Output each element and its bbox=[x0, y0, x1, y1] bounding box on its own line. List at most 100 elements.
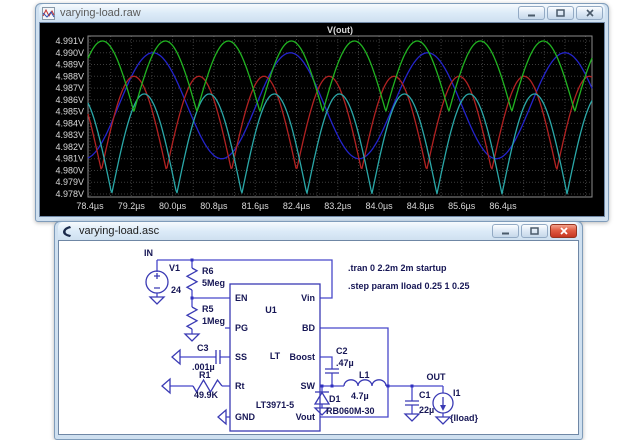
minimize-button[interactable] bbox=[492, 224, 519, 238]
capacitor-c2[interactable]: C2 .47µ bbox=[325, 346, 354, 373]
close-icon bbox=[560, 227, 568, 235]
r6-ref-label: R6 bbox=[202, 266, 214, 276]
inductor-l1[interactable]: L1 4.7µ bbox=[344, 370, 386, 401]
plot-frame bbox=[88, 36, 592, 197]
resistor-r5[interactable]: R5 1Meg bbox=[187, 304, 225, 329]
maximize-button[interactable] bbox=[547, 6, 574, 20]
resistor-r1[interactable]: R1 49.9K bbox=[193, 370, 222, 400]
d1-ref-label: D1 bbox=[329, 394, 341, 404]
waveform-titlebar[interactable]: varying-load.raw bbox=[39, 4, 605, 22]
l1-value-label: 4.7µ bbox=[351, 391, 369, 401]
maximize-button[interactable] bbox=[521, 224, 548, 238]
y-tick-label: 4.984V bbox=[55, 118, 84, 128]
waveform-window: varying-load.raw 4.991V 4.990V 4.989V4.988… bbox=[35, 3, 609, 222]
d1-value-label: RB060M-30 bbox=[326, 406, 375, 416]
pin-en: EN bbox=[235, 293, 248, 303]
maximize-icon bbox=[556, 9, 565, 17]
y-tick-label: 4.980V bbox=[55, 165, 84, 175]
pin-vin: Vin bbox=[301, 293, 315, 303]
minimize-icon bbox=[527, 10, 536, 17]
i1-ref-label: I1 bbox=[453, 388, 461, 398]
y-tick-label: 4.981V bbox=[55, 154, 84, 164]
x-tick-label: 85.6µs bbox=[448, 201, 476, 211]
capacitor-c1[interactable]: C1 22µ bbox=[405, 390, 434, 415]
net-label-out[interactable]: OUT bbox=[427, 372, 447, 382]
c1-ref-label: C1 bbox=[419, 390, 431, 400]
waveform-plot[interactable]: 4.991V 4.990V 4.989V4.988V 4.987V 4.986V 4.98… bbox=[40, 23, 598, 216]
schematic-canvas[interactable]: V1 24 IN R6 5Meg R5 1Meg bbox=[58, 240, 579, 435]
pin-pg: PG bbox=[235, 323, 248, 333]
minimize-icon bbox=[501, 228, 510, 235]
close-button[interactable] bbox=[550, 224, 577, 238]
net-label-in[interactable]: IN bbox=[144, 248, 153, 258]
u1-part-label: LT3971-5 bbox=[256, 400, 294, 410]
schematic-titlebar[interactable]: varying-load.asc bbox=[58, 222, 579, 240]
x-tick-label: 78.4µs bbox=[76, 201, 104, 211]
y-tick-label: 4.987V bbox=[55, 83, 84, 93]
y-tick-label: 4.982V bbox=[55, 142, 84, 152]
y-tick-label: 4.990V bbox=[55, 48, 84, 58]
pin-vout: Vout bbox=[296, 412, 315, 422]
v1-ref-label: V1 bbox=[169, 263, 180, 273]
c1-value-label: 22µ bbox=[419, 405, 434, 415]
plus-minus-icon bbox=[154, 273, 160, 288]
trace-iload-1-step-4-[interactable] bbox=[88, 94, 592, 194]
r1-value-label: 49.9K bbox=[194, 390, 219, 400]
r1-ref-label: R1 bbox=[199, 370, 211, 380]
x-tick-label: 80.0µs bbox=[159, 201, 187, 211]
x-tick-label: 86.4µs bbox=[489, 201, 517, 211]
pin-ss: SS bbox=[235, 352, 247, 362]
spice-directive-step[interactable]: .step param Iload 0.25 1 0.25 bbox=[348, 281, 470, 291]
waveform-plot-area[interactable]: 4.991V 4.990V 4.989V4.988V 4.987V 4.986V 4.98… bbox=[39, 22, 605, 217]
r5-value-label: 1Meg bbox=[202, 316, 225, 326]
close-icon bbox=[586, 9, 594, 17]
x-tick-label: 84.0µs bbox=[365, 201, 393, 211]
x-tick-label: 81.6µs bbox=[242, 201, 270, 211]
schematic-window: varying-load.asc bbox=[54, 221, 583, 440]
c3-ref-label: C3 bbox=[197, 343, 209, 353]
c2-ref-label: C2 bbox=[336, 346, 348, 356]
voltage-source-v1[interactable]: V1 24 bbox=[146, 263, 181, 295]
lt-logo: LT bbox=[270, 351, 281, 361]
pin-gnd: GND bbox=[235, 412, 256, 422]
x-tick-label: 82.4µs bbox=[283, 201, 311, 211]
y-tick-label: 4.988V bbox=[55, 71, 84, 81]
pin-sw: SW bbox=[301, 381, 316, 391]
x-tick-label: 84.8µs bbox=[407, 201, 435, 211]
pin-bd: BD bbox=[302, 323, 315, 333]
y-tick-label: 4.978V bbox=[55, 189, 84, 199]
schematic-window-title: varying-load.asc bbox=[79, 225, 159, 237]
y-tick-label: 4.986V bbox=[55, 95, 84, 105]
r5-ref-label: R5 bbox=[202, 304, 214, 314]
y-tick-label: 4.989V bbox=[55, 60, 84, 70]
c2-value-label: .47µ bbox=[336, 358, 354, 368]
v1-value-label: 24 bbox=[171, 285, 181, 295]
ic-lt3971[interactable]: EN PG SS Rt GND Vin BD Boost SW Vout U1 … bbox=[230, 284, 320, 431]
trace-iload-0.5-step-2-[interactable] bbox=[88, 53, 592, 159]
spice-directive-tran[interactable]: .tran 0 2.2m 2m startup bbox=[348, 263, 447, 273]
ltspice-app-icon bbox=[60, 224, 74, 238]
desktop-background: varying-load.raw 4.991V 4.990V 4.989V4.988… bbox=[0, 0, 630, 440]
u1-ref-label: U1 bbox=[265, 305, 277, 315]
y-tick-label: 4.985V bbox=[55, 107, 84, 117]
trace-legend[interactable]: V(out) bbox=[327, 25, 353, 35]
x-tick-label: 80.8µs bbox=[200, 201, 228, 211]
waveform-file-icon bbox=[41, 6, 55, 20]
maximize-icon bbox=[530, 227, 539, 235]
arrow-head-icon bbox=[440, 405, 446, 411]
x-tick-label: 79.2µs bbox=[118, 201, 146, 211]
y-tick-label: 4.979V bbox=[55, 177, 84, 187]
close-button[interactable] bbox=[576, 6, 603, 20]
waveform-window-title: varying-load.raw bbox=[60, 7, 141, 19]
y-tick-label: 4.991V bbox=[55, 36, 84, 46]
pin-boost: Boost bbox=[290, 352, 316, 362]
r6-value-label: 5Meg bbox=[202, 278, 225, 288]
pin-rt: Rt bbox=[235, 381, 245, 391]
resistor-r6[interactable]: R6 5Meg bbox=[187, 266, 225, 290]
x-tick-label: 83.2µs bbox=[324, 201, 352, 211]
y-tick-label: 4.983V bbox=[55, 130, 84, 140]
trace-iload-0.75-step-3-[interactable] bbox=[88, 76, 592, 169]
current-source-i1[interactable]: I1 {Iload} bbox=[433, 388, 479, 423]
minimize-button[interactable] bbox=[518, 6, 545, 20]
i1-value-label: {Iload} bbox=[450, 413, 479, 423]
